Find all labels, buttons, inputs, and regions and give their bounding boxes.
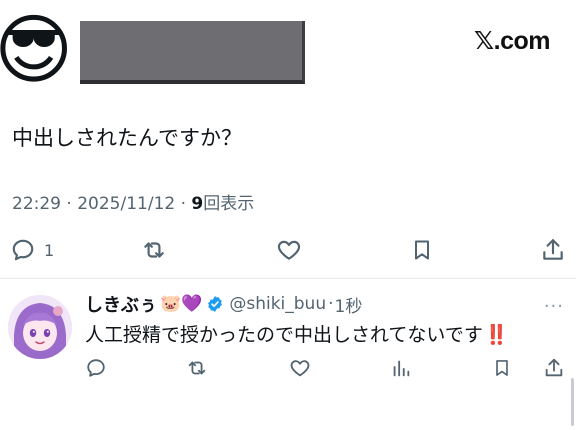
reply-header: しきぶぅ 🐷💜 @shiki_buu · 1秒 — [85, 290, 362, 318]
reply-views-button[interactable] — [390, 355, 412, 385]
verified-badge-icon — [206, 295, 224, 313]
analytics-icon — [390, 357, 412, 383]
reply-author-handle[interactable]: @shiki_buu — [229, 294, 326, 314]
watermark-domain: .com — [493, 27, 551, 55]
reply-like-button[interactable] — [288, 355, 312, 385]
post-action-bar: 1 — [0, 230, 576, 270]
x-com-watermark: 𝕏.com — [473, 26, 551, 56]
reply-button[interactable]: 1 — [10, 230, 54, 270]
views-count: 9 — [191, 194, 204, 214]
x-logo: 𝕏 — [473, 26, 494, 55]
share-icon — [540, 236, 566, 264]
reply-text: 人工授精で授かったので中出しされてないです ‼️ — [85, 320, 509, 347]
bookmark-icon — [410, 236, 434, 264]
reply-action-bar — [0, 355, 576, 385]
reply-author-avatar[interactable] — [8, 295, 72, 359]
reply-icon — [10, 237, 36, 263]
reply-time[interactable]: 1秒 — [335, 292, 363, 317]
reply-bookmark-button[interactable] — [492, 355, 512, 385]
post-time[interactable]: 22:29 — [12, 194, 61, 214]
repost-icon — [185, 357, 209, 383]
repost-button[interactable] — [140, 230, 168, 270]
heart-icon — [288, 357, 312, 383]
like-button[interactable] — [275, 230, 303, 270]
meta-separator: · — [66, 194, 78, 214]
reply-share-button[interactable] — [543, 355, 565, 385]
bookmark-button[interactable] — [410, 230, 434, 270]
double-exclamation-emoji: ‼️ — [484, 324, 509, 346]
reply-text-body: 人工授精で授かったので中出しされてないです — [85, 324, 483, 346]
heart-icon — [275, 237, 303, 263]
name-emojis: 🐷💜 — [160, 294, 203, 314]
post-date[interactable]: 2025/11/12 — [77, 194, 175, 214]
reply-icon — [85, 357, 107, 383]
redacted-author-name — [80, 21, 305, 84]
reply-count: 1 — [44, 240, 55, 260]
divider — [0, 278, 576, 279]
more-options-icon[interactable]: ··· — [544, 296, 564, 317]
author-avatar[interactable]: 😎 — [0, 4, 86, 96]
share-icon — [543, 357, 565, 383]
handle-separator: · — [328, 294, 334, 314]
scrollbar[interactable] — [571, 378, 574, 426]
post-text: 中出しされたんですか？ — [12, 126, 242, 150]
reply-reply-button[interactable] — [85, 355, 107, 385]
reply-author-name[interactable]: しきぶぅ — [85, 291, 157, 317]
post-meta: 22:29 · 2025/11/12 · 9回表示 — [12, 189, 254, 214]
views-label: 回表示 — [203, 194, 255, 214]
repost-icon — [140, 237, 168, 263]
share-button[interactable] — [540, 230, 566, 270]
bookmark-icon — [492, 357, 512, 383]
reply-repost-button[interactable] — [185, 355, 209, 385]
meta-separator: · — [180, 194, 192, 214]
